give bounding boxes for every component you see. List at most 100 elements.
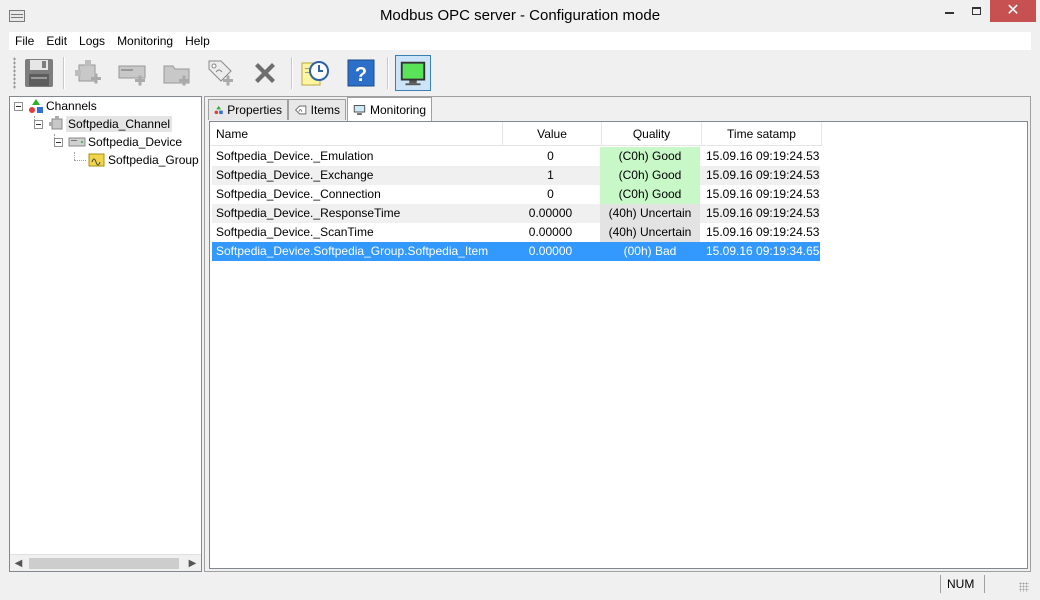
- scroll-right-icon[interactable]: ▶: [184, 555, 201, 572]
- column-header-quality[interactable]: Quality: [602, 122, 702, 146]
- menu-file[interactable]: File: [9, 32, 40, 50]
- toolbar-separator: [63, 57, 65, 89]
- cell-name: Softpedia_Device._ScanTime: [216, 225, 374, 239]
- add-item-icon: [208, 60, 233, 86]
- tree-expander-channel[interactable]: [34, 120, 43, 129]
- schedule-button[interactable]: [297, 55, 333, 91]
- cell-value: 0.00000: [528, 244, 573, 258]
- cell-quality: (C0h) Good: [600, 185, 700, 204]
- scroll-left-icon[interactable]: ◀: [10, 555, 27, 572]
- add-group-button[interactable]: [159, 55, 195, 91]
- maximize-button[interactable]: [963, 0, 990, 22]
- tree-item-group[interactable]: Softpedia_Group: [88, 151, 201, 169]
- clock-icon: [301, 61, 329, 86]
- tree-line: [74, 160, 86, 161]
- maximize-icon: [972, 7, 981, 15]
- properties-icon: [214, 105, 223, 115]
- cell-name: Softpedia_Device.Softpedia_Group.Softped…: [216, 244, 489, 258]
- save-button[interactable]: [21, 55, 57, 91]
- status-panel: [984, 575, 1014, 593]
- cell-name: Softpedia_Device._ResponseTime: [216, 206, 401, 220]
- cell-value: 0: [547, 187, 554, 201]
- tab-properties[interactable]: Properties: [208, 99, 288, 120]
- tree-label: Softpedia_Channel: [66, 116, 173, 132]
- monitor-icon: [353, 104, 366, 115]
- tree-horizontal-scrollbar[interactable]: ◀ ▶: [10, 554, 201, 571]
- cell-quality: (C0h) Good: [600, 166, 700, 185]
- menu-edit[interactable]: Edit: [40, 32, 73, 50]
- close-button[interactable]: ✕: [990, 0, 1036, 22]
- add-device-button[interactable]: [115, 55, 151, 91]
- add-channel-button[interactable]: [71, 55, 107, 91]
- cell-name: Softpedia_Device._Exchange: [216, 168, 374, 182]
- window-title: Modbus OPC server - Configuration mode: [379, 7, 661, 24]
- save-icon: [25, 59, 53, 87]
- table-row-selected[interactable]: Softpedia_Device.Softpedia_Group.Softped…: [212, 242, 820, 261]
- toolbar-separator: [291, 57, 293, 89]
- minimize-button[interactable]: [935, 0, 963, 22]
- cell-name: Softpedia_Device._Connection: [216, 187, 381, 201]
- tree-item-channel[interactable]: Softpedia_Channel: [48, 115, 173, 133]
- column-header-name[interactable]: Name: [210, 122, 503, 146]
- cell-value: 1: [547, 168, 554, 182]
- device-icon: [68, 137, 86, 147]
- table-row[interactable]: Softpedia_Device._Emulation 0 (C0h) Good…: [212, 147, 820, 166]
- tree-expander-channels[interactable]: [14, 102, 23, 111]
- monitor-icon: [400, 61, 426, 86]
- cell-timestamp: 15.09.16 09:19:24.531: [706, 187, 820, 201]
- tree-line: [74, 152, 75, 160]
- help-icon: ?: [347, 59, 375, 87]
- monitoring-button[interactable]: [395, 55, 431, 91]
- menu-monitoring[interactable]: Monitoring: [111, 32, 179, 50]
- title-bar: Modbus OPC server - Configuration mode ✕: [0, 0, 1040, 32]
- cell-value: 0: [547, 149, 554, 163]
- tab-label: Items: [310, 103, 340, 117]
- tab-items[interactable]: Items: [288, 99, 346, 120]
- cell-timestamp: 15.09.16 09:19:24.531: [706, 149, 820, 163]
- delete-button[interactable]: [247, 55, 283, 91]
- cell-timestamp: 15.09.16 09:19:24.531: [706, 225, 820, 239]
- num-lock-indicator: NUM: [940, 575, 982, 593]
- scrollbar-thumb[interactable]: [29, 558, 179, 569]
- channel-icon: [49, 116, 63, 130]
- cell-quality: (C0h) Good: [600, 147, 700, 166]
- tab-label: Properties: [227, 103, 282, 117]
- add-group-icon: [163, 65, 190, 86]
- table-row[interactable]: Softpedia_Device._Exchange 1 (C0h) Good …: [212, 166, 820, 185]
- tree-item-device[interactable]: Softpedia_Device: [68, 133, 184, 151]
- group-icon: [88, 153, 105, 167]
- resize-grip-icon[interactable]: [1019, 582, 1029, 592]
- cell-value: 0.00000: [528, 225, 573, 239]
- cell-quality: (00h) Bad: [623, 244, 677, 258]
- column-header-timestamp[interactable]: Time satamp: [702, 122, 822, 146]
- menu-logs[interactable]: Logs: [73, 32, 111, 50]
- column-header-value[interactable]: Value: [503, 122, 602, 146]
- list-header: Name Value Quality Time satamp: [210, 122, 822, 146]
- items-icon: [295, 105, 307, 115]
- cell-timestamp: 15.09.16 09:19:24.531: [706, 168, 820, 182]
- tree-expander-device[interactable]: [54, 138, 63, 147]
- table-row[interactable]: Softpedia_Device._ScanTime 0.00000 (40h)…: [212, 223, 820, 242]
- tree-item-channels[interactable]: Channels: [28, 97, 99, 115]
- toolbar: ?: [9, 51, 1031, 95]
- menu-help[interactable]: Help: [179, 32, 216, 50]
- svg-text:?: ?: [355, 64, 367, 86]
- tab-monitoring[interactable]: Monitoring: [347, 97, 432, 121]
- table-row[interactable]: Softpedia_Device._Connection 0 (C0h) Goo…: [212, 185, 820, 204]
- details-pane: Properties Items Monitoring Name Value Q…: [204, 96, 1031, 572]
- close-icon: ✕: [1006, 2, 1020, 19]
- cell-name: Softpedia_Device._Emulation: [216, 149, 374, 163]
- tab-label: Monitoring: [369, 102, 426, 117]
- channel-tree[interactable]: Channels Softpedia_Channel Softpedia_Dev…: [9, 96, 202, 572]
- cell-quality: (40h) Uncertain: [600, 223, 700, 242]
- cell-value: 0.00000: [528, 206, 573, 220]
- tree-label: Softpedia_Group: [108, 153, 199, 167]
- toolbar-separator: [387, 57, 389, 89]
- toolbar-grip[interactable]: [13, 57, 16, 89]
- table-row[interactable]: Softpedia_Device._ResponseTime 0.00000 (…: [212, 204, 820, 223]
- cell-timestamp: 15.09.16 09:19:34.654: [706, 244, 820, 258]
- add-item-button[interactable]: [203, 55, 239, 91]
- monitoring-list[interactable]: Name Value Quality Time satamp Softpedia…: [209, 121, 1028, 569]
- help-button[interactable]: ?: [343, 55, 379, 91]
- cell-quality: (40h) Uncertain: [600, 204, 700, 223]
